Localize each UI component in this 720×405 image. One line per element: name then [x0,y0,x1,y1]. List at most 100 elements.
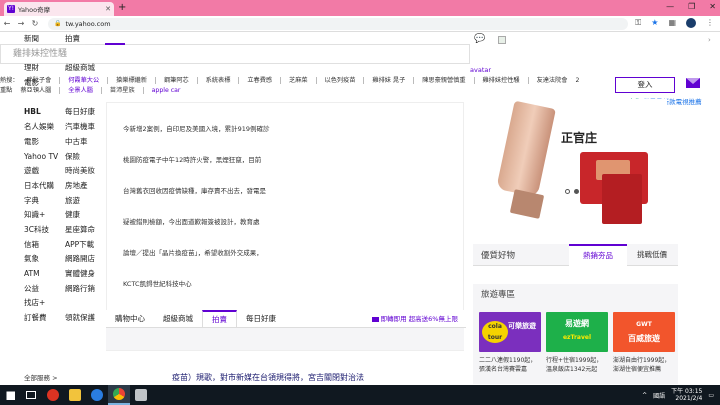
nav-item[interactable]: 日本代購 [24,179,66,194]
nav-item[interactable]: 公益 [24,282,66,297]
browser-tab[interactable]: Y! Yahoo奇摩 ✕ [4,2,114,16]
nav-item[interactable]: 字典 [24,194,66,209]
nav-item[interactable]: 網路開店 [65,252,105,267]
trend-item[interactable]: 系統表標 [206,77,231,84]
nav-item[interactable]: 領就保護 [65,311,105,326]
nav-item[interactable]: APP下載 [65,238,105,253]
nav-item[interactable]: 保險 [65,150,105,165]
carousel-dot[interactable] [565,189,570,194]
news-item[interactable]: 今新增2案例，自印尼及美國入境，累計919例確診 [123,123,270,133]
tab-auction[interactable]: 拍賣 [202,310,237,327]
task-view-icon[interactable] [20,385,42,405]
nav-item[interactable]: 網路行銷 [65,282,105,297]
trend-item[interactable]: 友達法院會 [537,77,568,84]
nav-item[interactable]: 電影 [24,135,66,150]
chevron-up-icon[interactable]: ^ [642,392,647,399]
close-window-button[interactable]: ✕ [709,2,716,11]
app-icon-explorer[interactable] [64,385,86,405]
nav-item[interactable]: 超級商城 [65,61,105,76]
app-icon-chrome[interactable] [108,385,130,405]
tab-low-price[interactable]: 挑戰低價 [627,244,677,266]
trend-item[interactable]: 芝麻菜 [289,77,308,84]
travel-card-eztravel[interactable]: 易遊網 ezTravel [546,312,608,352]
travel-desc[interactable]: 行程+住宿1999起，溫泉飯店1342元起 [546,356,608,374]
tab-daily-deals[interactable]: 每日好康 [237,310,285,327]
all-services-link[interactable]: 全部服務 > [24,372,58,382]
new-tab-button[interactable]: + [118,3,126,13]
nav-item[interactable]: 找店+ [24,296,66,311]
nav-item[interactable]: 汽車機車 [65,120,105,135]
minimize-button[interactable]: — [666,2,674,11]
trend-item[interactable]: 胖肚子會 [27,77,52,84]
nav-item[interactable] [65,47,105,62]
news-item[interactable]: 疑被錯則檢額，今出面道歉報簽被設計，教育處 [123,216,260,226]
chat-bubble-icon[interactable]: 💬 [474,34,485,44]
nav-item[interactable]: 健康 [65,208,105,223]
travel-card-gwt[interactable]: GWT 百威旅遊 [613,312,675,352]
trend-item[interactable]: 蔡亞頓人腦 [20,87,51,94]
nav-item[interactable]: 拍賣 [65,32,105,47]
menu-icon[interactable]: ⋮ [706,18,714,28]
app-icon-opera[interactable] [42,385,64,405]
close-tab-icon[interactable]: ✕ [105,5,111,13]
notification-icon[interactable]: ▭ [708,392,714,399]
nav-item[interactable]: 信箱 [24,238,66,253]
nav-item[interactable]: 訂餐費 [24,311,66,326]
back-icon[interactable]: ← [0,19,14,28]
news-item[interactable]: KCTC凱鍀世紀科技中心 [123,278,192,288]
nav-item[interactable]: 新聞 [24,32,66,47]
nav-item[interactable]: 旅遊 [65,194,105,209]
headline-link[interactable]: 疫苗）規歌，對市新媒在台領規得將，宮吉關閉對治法 [172,372,364,383]
trend-item[interactable]: 搶樂標繼新 [116,77,147,84]
news-item[interactable]: 台灣舊衣回收因疫情缺種，庫存賣不出去，發電是 [123,185,266,195]
trend-item[interactable]: 鋼筆阿芯 [164,77,189,84]
nav-item[interactable]: 遊戲 [24,164,66,179]
nav-item[interactable]: 每日好康 [65,105,105,120]
travel-card-colatour[interactable]: cola tour 可樂旅遊 [479,312,541,352]
trend-item[interactable]: 雞排妹控性騷 [483,77,520,84]
trend-item[interactable]: apple car [152,87,181,94]
tab-super-mall[interactable]: 超級商城 [154,310,202,327]
nav-item[interactable]: 氣象 [24,252,66,267]
news-item[interactable]: 論壇／提出「晶片換疫苗」，希望收割外交成果， [123,247,263,257]
app-icon-app[interactable] [130,385,152,405]
nav-item[interactable]: 時尚美妝 [65,164,105,179]
nav-item[interactable] [24,47,66,62]
nav-item[interactable] [65,296,105,311]
nav-item[interactable]: 中古車 [65,135,105,150]
profile-avatar[interactable] [686,18,696,28]
trend-item[interactable]: 以色列疫苗 [325,77,356,84]
app-icon-edge[interactable] [86,385,108,405]
promo-link[interactable]: 即轉即用 超高送6%無上限 [371,310,466,327]
trend-item[interactable]: 全景人腦 [68,87,93,94]
reload-icon[interactable]: ↻ [28,19,42,28]
nav-item[interactable]: Yahoo TV [24,150,66,165]
language-indicator[interactable]: 國語 [653,391,665,400]
trend-item[interactable]: 立春費感 [247,77,272,84]
clock[interactable]: 下午 03:15 2021/2/4 [671,388,702,402]
nav-item[interactable]: 星座算命 [65,223,105,238]
carousel-dot[interactable] [574,189,579,194]
travel-desc[interactable]: 二二八連假1190起，張漢名台灣賽雲嘉 [479,356,541,374]
trend-item[interactable]: 雞排妹 晁子 [372,77,405,84]
news-item[interactable]: 桃園防疫電子中午12時許火警，黑煙狂竄，目前 [123,154,261,164]
nav-item[interactable]: 實體健身 [65,267,105,282]
mail-icon[interactable] [686,78,700,88]
tab-hot-items[interactable]: 熱銷夯品 [569,244,627,266]
forward-icon[interactable]: → [14,19,28,28]
address-bar[interactable]: 🔒 tw.yahoo.com [48,17,628,30]
nav-item[interactable]: 3C科技 [24,223,66,238]
start-button[interactable] [0,385,20,405]
chevron-right-icon[interactable]: › [708,36,711,44]
trend-item[interactable]: 陳思豪親營慎重 [422,77,465,84]
nav-item[interactable]: 房地產 [65,179,105,194]
nav-item[interactable]: 理財 [24,61,66,76]
login-button[interactable]: 登入 [615,77,675,93]
maximize-button[interactable]: ❐ [688,2,695,11]
nav-item[interactable]: ATM [24,267,66,282]
trend-item[interactable]: 2 [575,77,579,84]
travel-desc[interactable]: 澎湖自由行1999起，澎湖住宿便宜推薦 [613,356,675,374]
key-icon[interactable]: ⚿ [635,18,641,28]
bookmark-star-icon[interactable]: ★ [651,18,658,28]
nav-item[interactable]: HBL [24,105,66,120]
